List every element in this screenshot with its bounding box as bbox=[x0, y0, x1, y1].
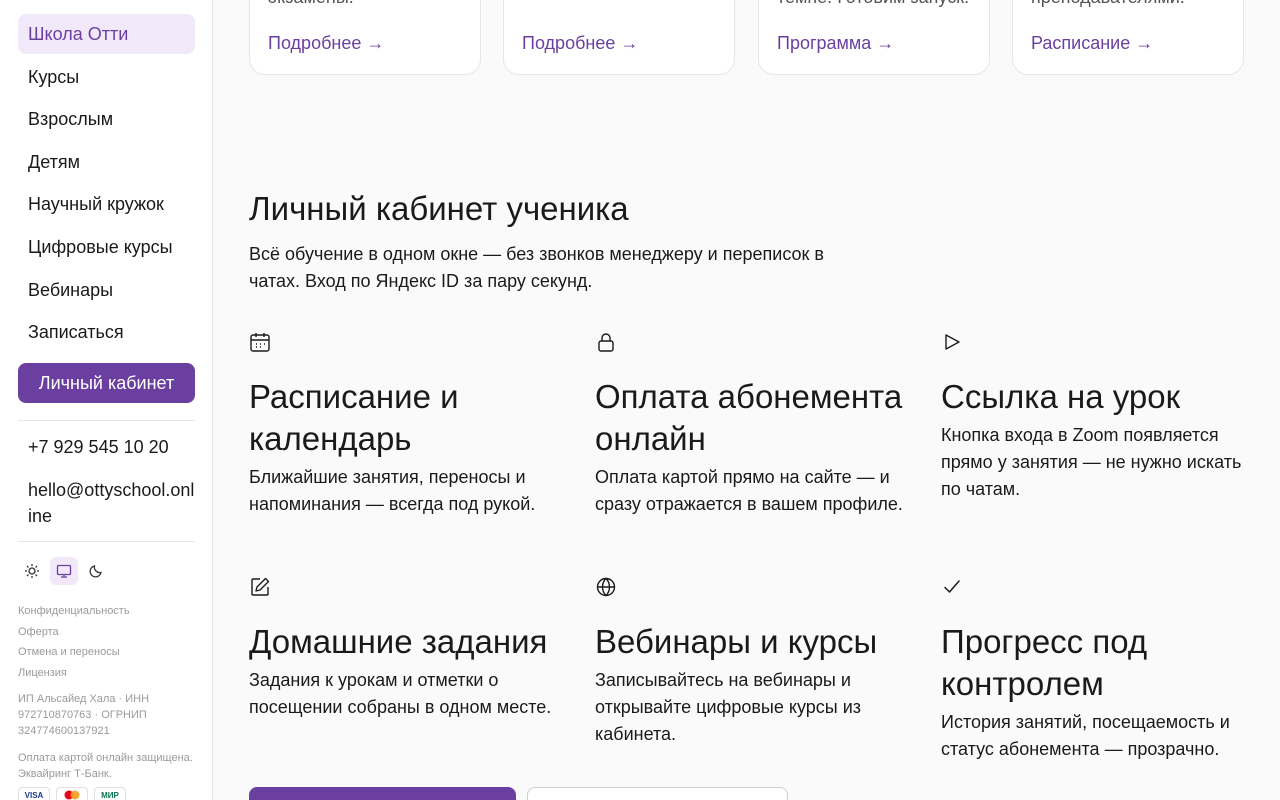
nav-item-adults[interactable]: Взрослым bbox=[18, 99, 195, 139]
email-link[interactable]: hello@ottyschool.online bbox=[28, 477, 198, 529]
feature-description: Ближайшие занятия, переносы и напоминани… bbox=[249, 467, 536, 514]
monitor-icon[interactable] bbox=[50, 557, 78, 585]
nav-item-home[interactable]: Школа Отти bbox=[18, 14, 195, 54]
legal-info: ИП Альсайед Хала · ИНН 972710870763 · ОГ… bbox=[18, 693, 150, 737]
calendar-icon bbox=[250, 333, 270, 352]
phone-link[interactable]: +7 929 545 10 20 bbox=[28, 434, 198, 460]
feature-description: История занятий, посещаемость и статус а… bbox=[941, 712, 1230, 759]
feature-title: Оплата абонемента онлайн bbox=[595, 378, 903, 457]
nav-item-webinars[interactable]: Вебинары bbox=[18, 270, 195, 310]
cabinet-button[interactable]: Личный кабинет bbox=[18, 363, 195, 403]
feature-description: Записывайтесь на вебинары и открывайте ц… bbox=[595, 670, 862, 744]
secondary-action-button[interactable] bbox=[527, 787, 788, 800]
feature-schedule: Расписание и календарь Ближайшие занятия… bbox=[249, 331, 559, 518]
feature-progress: Прогресс под контролем История занятий, … bbox=[941, 576, 1251, 763]
globe-icon bbox=[596, 577, 616, 597]
card-more-link[interactable]: Подробнее → bbox=[522, 33, 638, 54]
divider bbox=[18, 541, 195, 542]
visa-logo: VISA bbox=[18, 787, 50, 800]
feature-payment: Оплата абонемента онлайн Оплата картой п… bbox=[595, 331, 905, 518]
moon-icon[interactable] bbox=[82, 557, 110, 585]
nav-item-digital-courses[interactable]: Цифровые курсы bbox=[18, 227, 195, 267]
feature-title: Ссылка на урок bbox=[941, 378, 1181, 415]
divider bbox=[18, 420, 195, 421]
card-text: темпе. Готовим запуск. bbox=[777, 0, 969, 8]
feature-description: Оплата картой прямо на сайте — и сразу о… bbox=[595, 467, 903, 514]
card-text: экзамены. bbox=[268, 0, 354, 8]
section-title: Личный кабинет ученика bbox=[249, 190, 629, 227]
mir-logo: МИР bbox=[94, 787, 126, 800]
card-more-link[interactable]: Подробнее → bbox=[268, 33, 384, 54]
edit-icon bbox=[251, 577, 270, 596]
mastercard-logo bbox=[56, 787, 88, 800]
program-card: экзамены. Подробнее → bbox=[249, 0, 481, 75]
privacy-link[interactable]: Конфиденциальность bbox=[18, 605, 130, 617]
nav-item-courses[interactable]: Курсы bbox=[18, 57, 195, 97]
sun-icon[interactable] bbox=[18, 557, 46, 585]
play-icon bbox=[945, 334, 960, 350]
card-text: преподавателями. bbox=[1031, 0, 1185, 8]
sidebar: Школа Отти Курсы Взрослым Детям Научный … bbox=[0, 0, 213, 800]
program-card: преподавателями. Расписание → bbox=[1012, 0, 1244, 75]
program-card: темпе. Готовим запуск. Программа → bbox=[758, 0, 990, 75]
cancellation-link[interactable]: Отмена и переносы bbox=[18, 646, 120, 658]
program-card: Подробнее → bbox=[503, 0, 735, 75]
card-schedule-link[interactable]: Расписание → bbox=[1031, 33, 1153, 54]
feature-title: Вебинары и курсы bbox=[595, 623, 878, 660]
nav-item-kids[interactable]: Детям bbox=[18, 142, 195, 182]
feature-title: Прогресс под контролем bbox=[941, 623, 1148, 702]
feature-title: Расписание и календарь bbox=[249, 378, 459, 457]
nav-item-science-club[interactable]: Научный кружок bbox=[18, 184, 195, 224]
payment-note: Оплата картой онлайн защищена. Эквайринг… bbox=[18, 752, 193, 780]
feature-title: Домашние задания bbox=[249, 623, 548, 660]
lock-icon bbox=[598, 333, 614, 352]
nav-item-signup[interactable]: Записаться bbox=[18, 312, 195, 352]
license-link[interactable]: Лицензия bbox=[18, 667, 67, 679]
payment-badges: VISA МИР bbox=[18, 787, 126, 800]
card-program-link[interactable]: Программа → bbox=[777, 33, 894, 54]
offer-link[interactable]: Оферта bbox=[18, 626, 59, 638]
feature-webinars: Вебинары и курсы Записывайтесь на вебина… bbox=[595, 576, 905, 748]
feature-description: Задания к урокам и отметки о посещении с… bbox=[249, 670, 552, 717]
section-description: Всё обучение в одном окне — без звонков … bbox=[249, 244, 824, 291]
check-icon bbox=[944, 580, 960, 593]
feature-lesson-link: Ссылка на урок Кнопка входа в Zoom появл… bbox=[941, 331, 1251, 503]
feature-homework: Домашние задания Задания к урокам и отме… bbox=[249, 576, 559, 721]
theme-switcher bbox=[18, 557, 110, 585]
feature-description: Кнопка входа в Zoom появляется прямо у з… bbox=[941, 425, 1242, 499]
primary-action-button[interactable] bbox=[249, 787, 516, 800]
